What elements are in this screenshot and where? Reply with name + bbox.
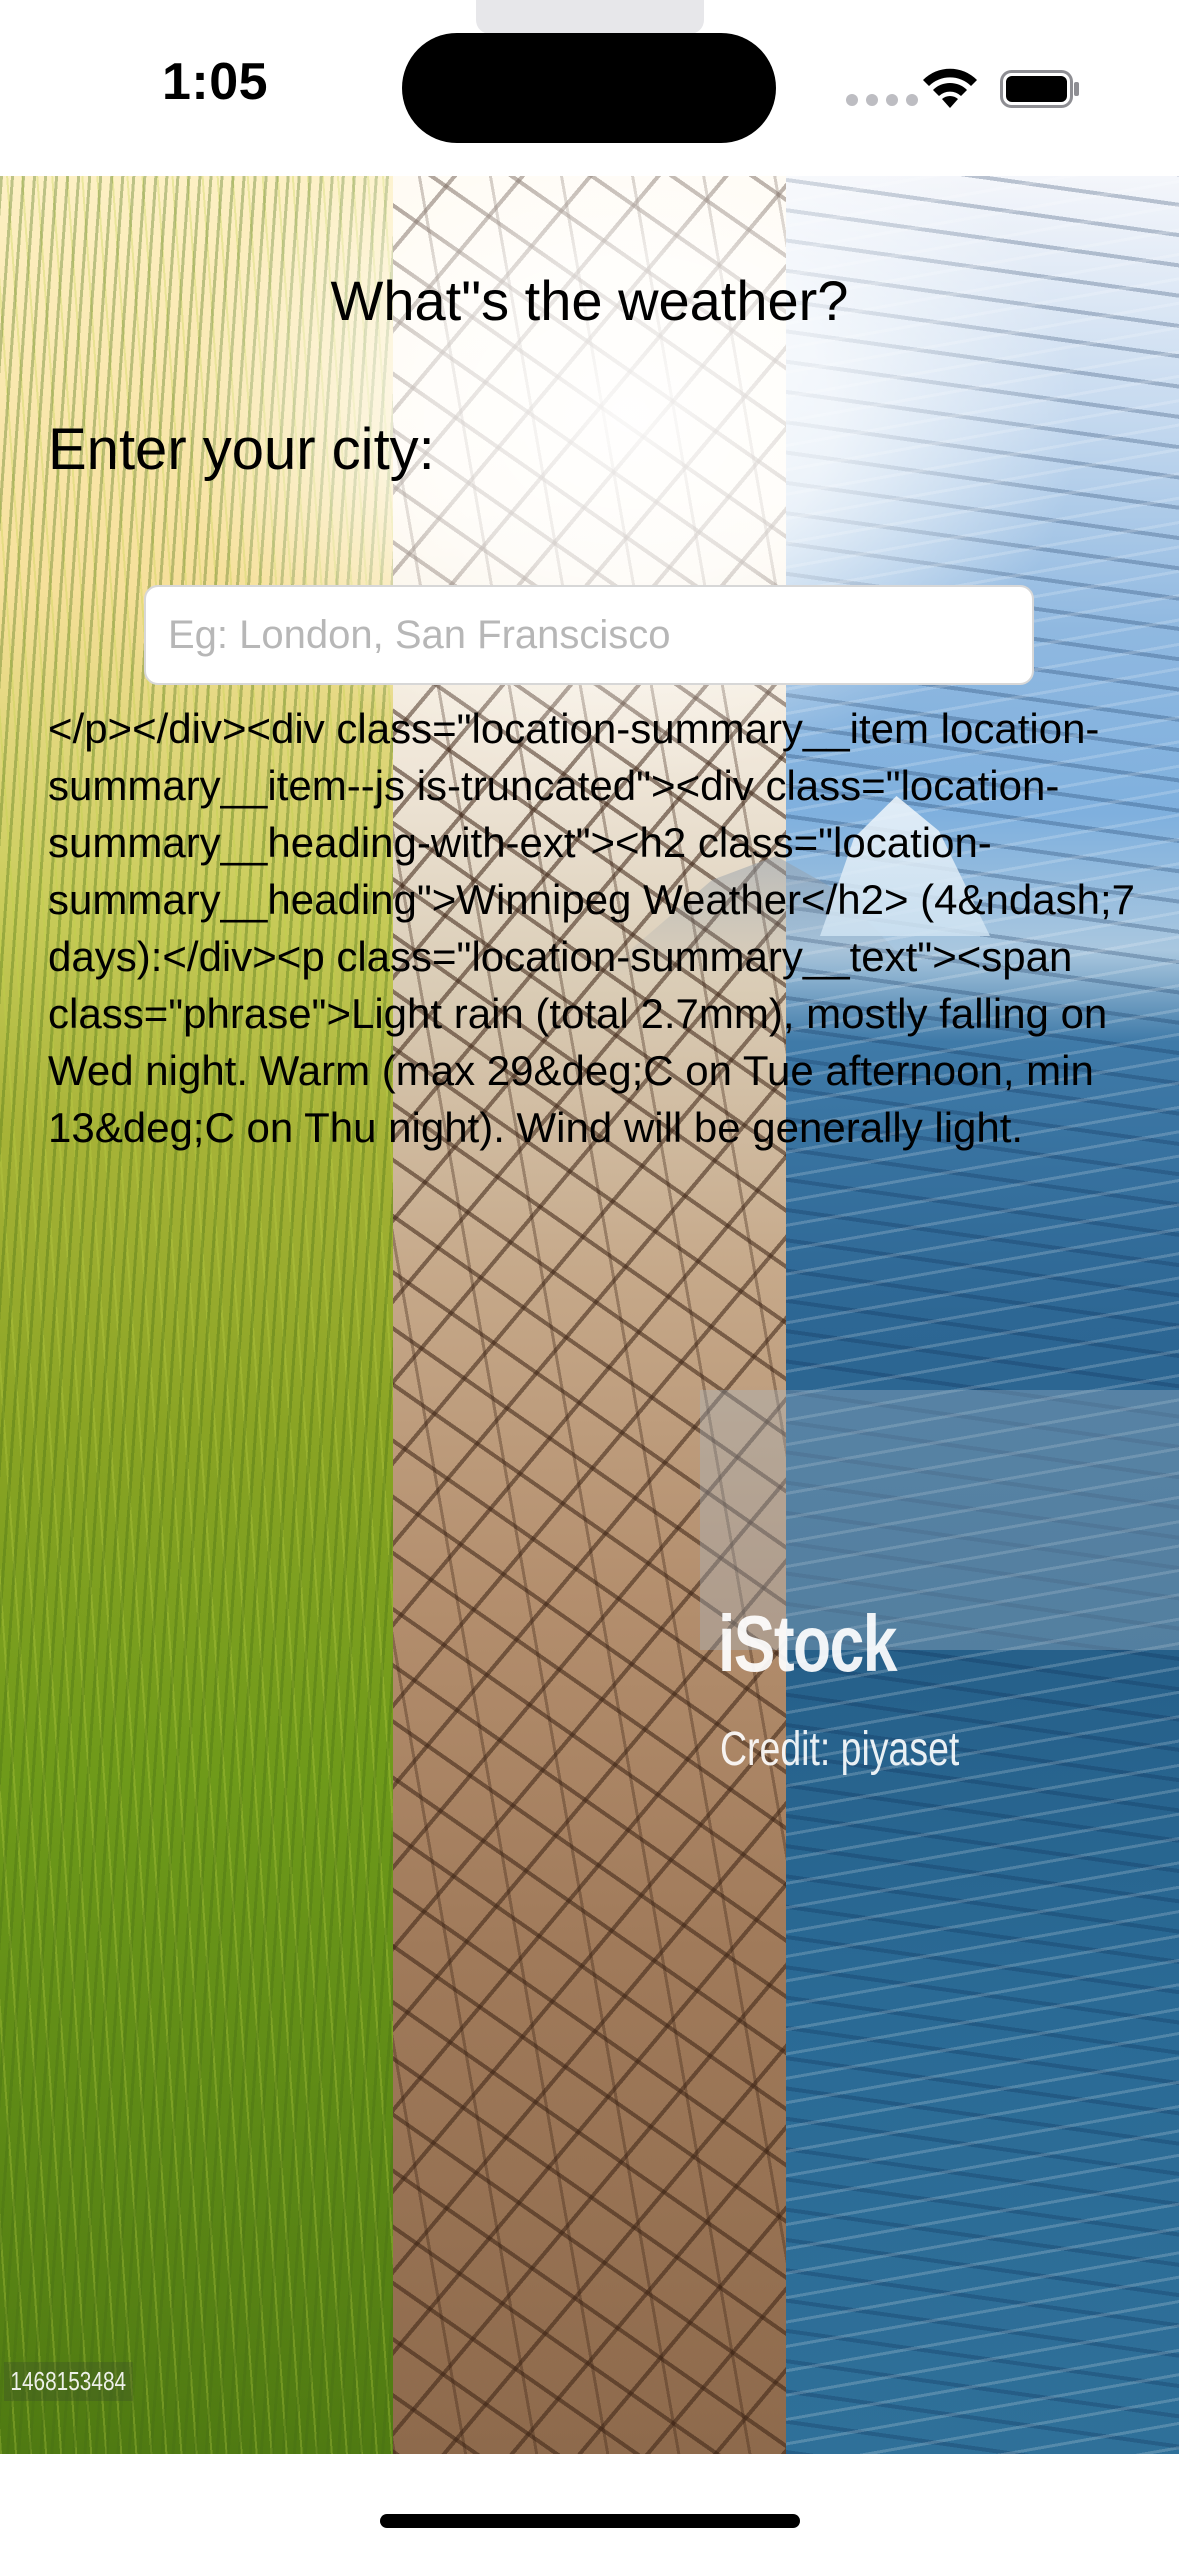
city-label: Enter your city: bbox=[48, 417, 435, 482]
cellular-signal-icon bbox=[846, 94, 918, 106]
page-title: What"s the weather? bbox=[330, 269, 849, 332]
background-image bbox=[0, 176, 1179, 2454]
dynamic-island bbox=[402, 33, 776, 143]
home-indicator[interactable] bbox=[380, 2514, 800, 2528]
watermark-brand: iStock bbox=[718, 1599, 897, 1688]
battery-full-icon bbox=[1000, 70, 1079, 108]
status-time: 1:05 bbox=[162, 53, 269, 111]
status-bar: 1:05 bbox=[0, 0, 1179, 176]
city-search-input[interactable] bbox=[144, 585, 1034, 685]
wifi-icon bbox=[923, 68, 977, 108]
status-bar-pill bbox=[476, 0, 704, 34]
home-indicator-area bbox=[0, 2454, 1179, 2556]
weather-result-text: </p></div><div class="location-summary__… bbox=[48, 705, 1135, 1151]
stock-image-id: 1468153484 bbox=[4, 2362, 133, 2401]
watermark-credit: Credit: piyaset bbox=[720, 1723, 960, 1776]
